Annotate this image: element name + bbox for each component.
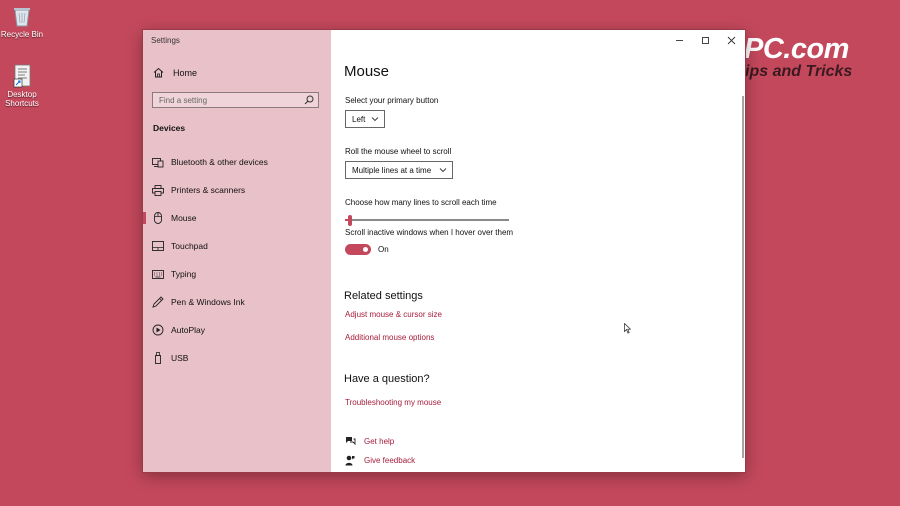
additional-mouse-options-link[interactable]: Additional mouse options <box>345 333 434 342</box>
pen-icon <box>152 296 164 308</box>
related-settings-heading: Related settings <box>344 290 423 302</box>
give-feedback-link[interactable]: Give feedback <box>345 455 415 466</box>
shortcut-label-2: Shortcuts <box>5 99 39 108</box>
lines-to-scroll-slider[interactable] <box>345 215 509 226</box>
sidebar-item-printers[interactable]: Printers & scanners <box>143 180 331 200</box>
home-label: Home <box>173 67 198 78</box>
sidebar-item-label: USB <box>171 353 189 363</box>
shortcut-file-icon <box>11 64 33 88</box>
slider-thumb[interactable] <box>348 215 352 226</box>
primary-button-value: Left <box>352 114 366 124</box>
mouse-settings-pane: Mouse Select your primary button Left Ro… <box>331 30 745 472</box>
scroll-mode-label: Roll the mouse wheel to scroll <box>345 147 452 156</box>
desktop-shortcuts-icon[interactable]: Desktop Shortcuts <box>0 64 44 108</box>
sidebar-item-label: Printers & scanners <box>171 185 246 195</box>
sidebar-item-label: Touchpad <box>171 241 208 251</box>
sidebar-item-bluetooth[interactable]: Bluetooth & other devices <box>143 152 331 172</box>
get-help-label: Get help <box>364 436 395 446</box>
scroll-inactive-label: Scroll inactive windows when I hover ove… <box>345 228 514 237</box>
shortcut-label-1: Desktop <box>7 90 37 99</box>
window-title: Settings <box>151 36 180 45</box>
toggle-state-text: On <box>378 245 389 254</box>
mouse-pointer-icon <box>624 321 632 339</box>
settings-window: Settings Home Devices Bluetooth & other … <box>143 30 745 472</box>
search-icon[interactable] <box>304 95 314 107</box>
watermark-line-2: ips and Tricks <box>745 63 853 80</box>
sidebar-item-label: AutoPlay <box>171 325 206 335</box>
sidebar-item-mouse[interactable]: Mouse <box>143 208 331 228</box>
recycle-bin-label: Recycle Bin <box>0 30 44 39</box>
have-a-question-heading: Have a question? <box>344 373 430 385</box>
chevron-down-icon <box>371 115 379 124</box>
sidebar: Settings Home Devices Bluetooth & other … <box>143 30 331 472</box>
sidebar-item-typing[interactable]: Typing <box>143 264 331 284</box>
sidebar-item-touchpad[interactable]: Touchpad <box>143 236 331 256</box>
sidebar-item-autoplay[interactable]: AutoPlay <box>143 320 331 340</box>
troubleshooting-link[interactable]: Troubleshooting my mouse <box>345 398 441 407</box>
lines-to-scroll-label: Choose how many lines to scroll each tim… <box>345 198 497 207</box>
search-input[interactable] <box>153 93 299 107</box>
vertical-scrollbar[interactable] <box>742 96 744 458</box>
chat-help-icon <box>345 436 357 446</box>
sidebar-item-label: Pen & Windows Ink <box>171 297 245 307</box>
home-icon <box>153 67 164 78</box>
scroll-inactive-toggle[interactable] <box>345 244 371 255</box>
home-nav-item[interactable]: Home <box>153 67 197 78</box>
touchpad-icon <box>152 240 164 252</box>
primary-button-label: Select your primary button <box>345 96 439 105</box>
sidebar-item-label: Mouse <box>171 213 197 223</box>
mouse-icon <box>152 212 164 224</box>
watermark: PC.com ips and Tricks <box>744 33 852 81</box>
scroll-mode-value: Multiple lines at a time <box>352 165 432 175</box>
recycle-bin-desktop-icon[interactable]: Recycle Bin <box>0 4 44 39</box>
watermark-line-1: PC.com <box>744 33 849 65</box>
autoplay-icon <box>152 324 164 336</box>
keyboard-icon <box>152 268 164 280</box>
give-feedback-label: Give feedback <box>364 456 416 465</box>
usb-icon <box>152 352 164 364</box>
printer-icon <box>152 184 164 196</box>
toggle-knob <box>363 247 368 252</box>
search-box[interactable] <box>152 92 319 108</box>
recycle-bin-icon <box>11 4 33 28</box>
slider-track <box>345 219 509 221</box>
section-devices-label: Devices <box>153 123 186 133</box>
bluetooth-devices-icon <box>152 156 164 168</box>
chevron-down-icon <box>439 166 447 175</box>
primary-button-dropdown[interactable]: Left <box>345 110 385 128</box>
sidebar-item-usb[interactable]: USB <box>143 348 331 368</box>
sidebar-item-pen[interactable]: Pen & Windows Ink <box>143 292 331 312</box>
page-title: Mouse <box>344 63 390 80</box>
adjust-cursor-size-link[interactable]: Adjust mouse & cursor size <box>345 310 442 319</box>
sidebar-item-label: Typing <box>171 269 197 279</box>
sidebar-item-label: Bluetooth & other devices <box>171 157 268 167</box>
get-help-link[interactable]: Get help <box>345 436 394 446</box>
scroll-mode-dropdown[interactable]: Multiple lines at a time <box>345 161 453 179</box>
feedback-person-icon <box>345 455 357 466</box>
